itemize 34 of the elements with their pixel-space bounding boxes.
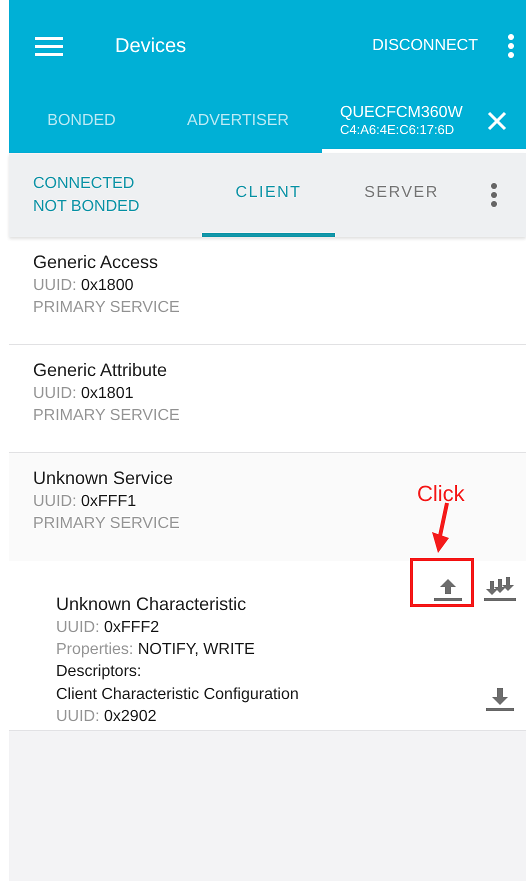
service-name: Generic Attribute: [33, 359, 168, 382]
app-title: Devices: [115, 34, 188, 59]
menu-button[interactable]: [35, 36, 63, 56]
service-type: PRIMARY SERVICE: [33, 406, 180, 426]
annotation-arrow: [429, 502, 451, 554]
characteristic-name: Unknown Characteristic: [56, 593, 248, 616]
highlight-frame: [410, 558, 474, 607]
characteristic-uuid: UUID: 0xFFF2: [56, 618, 160, 638]
service-uuid: UUID: 0x1801: [33, 384, 134, 404]
service-name: Unknown Service: [33, 467, 174, 490]
descriptor-name: Client Characteristic Configuration: [56, 684, 300, 704]
menu-icon: [35, 36, 63, 56]
connection-status: CONNECTED: [33, 174, 136, 194]
close-icon: [486, 110, 506, 130]
role-tab[interactable]: SERVER: [335, 153, 468, 237]
connection-status: NOT BONDED: [33, 197, 140, 217]
disconnect-button[interactable]: DISCONNECT: [366, 30, 484, 62]
more-button[interactable]: [491, 183, 497, 207]
device-tab[interactable]: ADVERTISER: [154, 92, 322, 153]
characteristic-properties: Properties: NOTIFY, WRITE: [56, 640, 255, 660]
service-uuid: UUID: 0x1800: [33, 276, 134, 296]
descriptors-heading: Descriptors:: [56, 662, 142, 682]
service-item[interactable]: Generic Access UUID: 0x1800 PRIMARY SERVICE: [9, 237, 526, 345]
service-type: PRIMARY SERVICE: [33, 514, 180, 534]
more-button[interactable]: [508, 34, 514, 58]
service-name: Generic Access: [33, 251, 160, 274]
more-vertical-icon: [491, 183, 497, 207]
descriptor-uuid: UUID: 0x2902: [56, 707, 156, 727]
service-uuid: UUID: 0xFFF1: [33, 492, 136, 512]
service-type: PRIMARY SERVICE: [33, 298, 180, 318]
more-vertical-icon: [508, 34, 514, 58]
service-item[interactable]: Generic Attribute UUID: 0x1801 PRIMARY SERVICE: [9, 345, 526, 453]
device-tab[interactable]: BONDED: [9, 92, 154, 153]
annotation-label: Click: [417, 480, 465, 508]
